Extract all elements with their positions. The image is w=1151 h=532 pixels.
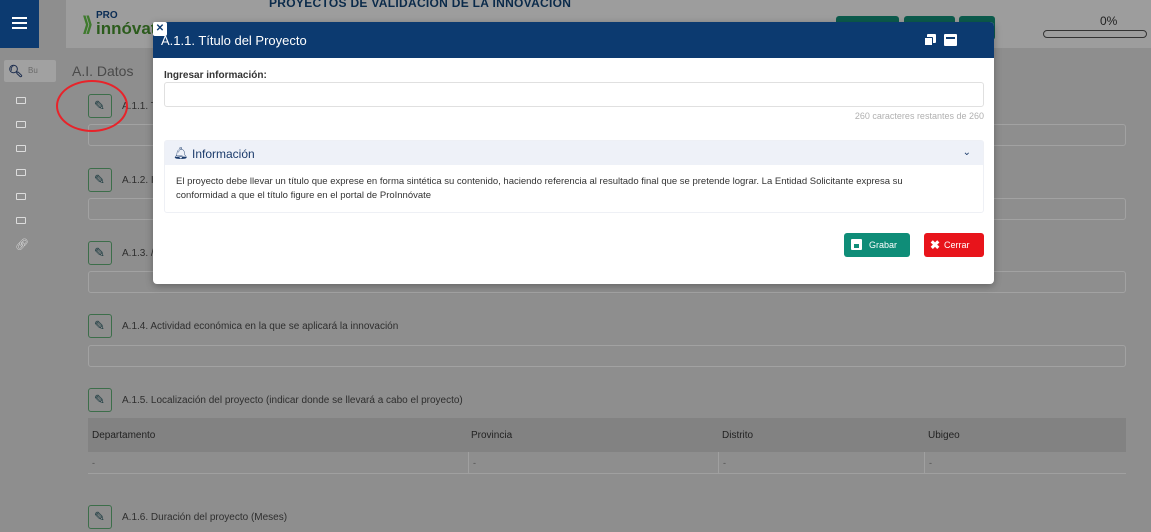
- modal-title: A.1.1. Título del Proyecto: [161, 33, 307, 48]
- page-title: PROYECTOS DE VALIDACIÓN DE LA INNOVACIÓN: [269, 0, 572, 10]
- column-divider: [718, 452, 719, 474]
- proinnovate-logo: ⟫ PRO innóvat: [82, 10, 162, 40]
- info-text: El proyecto debe llevar un título que ex…: [176, 176, 903, 201]
- save-icon: [851, 239, 862, 250]
- search-icon: 🔍︎: [8, 64, 24, 78]
- edit-button[interactable]: ✎: [88, 241, 112, 265]
- progress-bar: [1043, 30, 1147, 38]
- item-label: A.1.5. Localización del proyecto (indica…: [122, 395, 463, 406]
- link-icon[interactable]: 🔗︎: [15, 238, 29, 251]
- title-modal: A.1.1. Título del Proyecto ✕ Ingresar in…: [153, 22, 994, 284]
- search-placeholder: Bu: [28, 66, 38, 75]
- column-divider: [924, 452, 925, 474]
- bell-icon: 🔔︎: [173, 146, 189, 160]
- title-input[interactable]: [164, 82, 984, 107]
- folder-icon[interactable]: [16, 169, 26, 176]
- folder-icon[interactable]: [16, 121, 26, 128]
- input-label: Ingresar información:: [164, 70, 267, 81]
- folder-icon[interactable]: [16, 217, 26, 224]
- close-label: Cerrar: [944, 240, 970, 250]
- close-button[interactable]: ✖ Cerrar: [924, 233, 984, 257]
- save-button[interactable]: Grabar: [844, 233, 910, 257]
- sidebar-search[interactable]: 🔍︎ Bu: [4, 60, 56, 82]
- edit-icon: ✎: [94, 245, 105, 260]
- chevron-down-icon[interactable]: ⌄: [963, 147, 971, 158]
- item-field[interactable]: [88, 345, 1126, 367]
- leaf-icon: ⟫: [82, 14, 94, 36]
- edit-button[interactable]: ✎: [88, 168, 112, 192]
- table-cell: -: [473, 458, 476, 468]
- edit-icon: ✎: [94, 509, 105, 524]
- menu-icon[interactable]: [0, 0, 39, 48]
- progress-percent: 0%: [1100, 14, 1118, 28]
- table-header: Departamento Provincia Distrito Ubigeo: [88, 418, 1126, 452]
- maximize-icon[interactable]: [944, 34, 957, 46]
- column-header: Departamento: [92, 430, 156, 441]
- edit-icon: ✎: [94, 318, 105, 333]
- folder-icon[interactable]: [16, 97, 26, 104]
- column-header: Distrito: [722, 430, 754, 441]
- table-row: - - - -: [88, 452, 1126, 474]
- sidebar: 🔍︎ Bu 🔗︎: [0, 0, 66, 532]
- column-divider: [468, 452, 469, 474]
- edit-icon: ✎: [94, 392, 105, 407]
- info-header[interactable]: 🔔︎ Información ⌄: [165, 141, 983, 165]
- column-header: Provincia: [471, 430, 513, 441]
- edit-button[interactable]: ✎: [88, 388, 112, 412]
- table-cell: -: [723, 458, 726, 468]
- folder-icon[interactable]: [16, 145, 26, 152]
- save-label: Grabar: [869, 240, 898, 250]
- folder-icon[interactable]: [16, 193, 26, 200]
- edit-icon: ✎: [94, 172, 105, 187]
- char-counter: 260 caracteres restantes de 260: [854, 111, 984, 121]
- item-label: A.1.4. Actividad económica en la que se …: [122, 321, 399, 332]
- edit-button[interactable]: ✎: [88, 505, 112, 529]
- info-panel: 🔔︎ Información ⌄ El proyecto debe llevar…: [164, 140, 984, 213]
- highlight-circle: [56, 80, 128, 132]
- logo-innovate: innóvat: [96, 19, 157, 38]
- close-x-icon: ✖: [930, 238, 941, 252]
- item-label: A.1.2. I: [122, 175, 154, 186]
- info-title: Información: [192, 147, 255, 161]
- column-header: Ubigeo: [928, 430, 960, 441]
- item-label: A.1.6. Duración del proyecto (Meses): [122, 512, 288, 523]
- copy-icon[interactable]: [924, 34, 937, 46]
- table-cell: -: [92, 458, 95, 468]
- section-title: A.I. Datos: [72, 63, 134, 79]
- item-label: A.1.3. /: [122, 248, 154, 259]
- edit-button[interactable]: ✎: [88, 314, 112, 338]
- table-cell: -: [929, 458, 932, 468]
- modal-header: A.1.1. Título del Proyecto ✕: [153, 22, 994, 58]
